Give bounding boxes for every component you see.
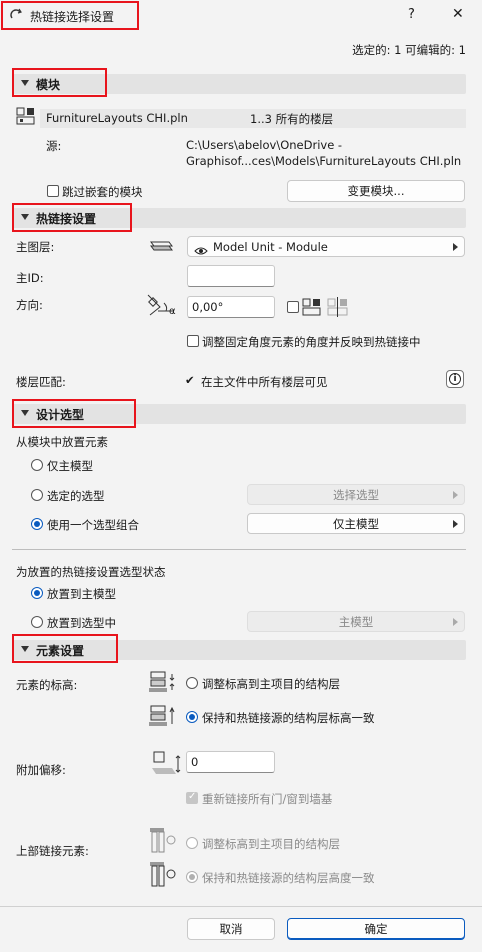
footer-divider xyxy=(0,906,482,907)
master-layer-label: 主图层: xyxy=(16,240,55,254)
collapse-arrow-icon xyxy=(21,646,29,652)
option-target-dropdown[interactable]: 主模型 xyxy=(247,611,465,632)
master-id-label: 主ID: xyxy=(16,271,44,285)
close-button[interactable]: ✕ xyxy=(452,6,464,22)
option-status-label: 为放置的热链接设置选型状态 xyxy=(16,565,166,579)
place-from-label: 从模块中放置元素 xyxy=(16,435,108,449)
info-icon[interactable]: i xyxy=(446,370,464,388)
radio-top-adjust-label: 调整标高到主项目的结构层 xyxy=(202,837,340,851)
cancel-button[interactable]: 取消 xyxy=(187,918,275,940)
top-link-adjust-icon xyxy=(148,826,178,854)
skip-nested-checkbox[interactable] xyxy=(47,185,59,197)
radio-option-combination[interactable] xyxy=(31,518,43,530)
app-icon xyxy=(10,8,22,20)
mirror-gray-icon xyxy=(327,297,349,317)
master-layer-dropdown[interactable]: Model Unit - Module xyxy=(187,236,465,257)
ok-button[interactable]: 确定 xyxy=(287,918,465,940)
relink-label: 重新链接所有门/窗到墙基 xyxy=(202,792,333,806)
section-design-option[interactable]: 设计选型 xyxy=(12,404,466,424)
section-element[interactable]: 元素设置 xyxy=(12,640,466,660)
elevation-adjust-icon xyxy=(148,670,178,694)
checkmark-icon: ✓ xyxy=(188,791,197,802)
radio-place-to-main-label: 放置到主模型 xyxy=(47,587,116,601)
collapse-arrow-icon xyxy=(21,80,29,86)
radio-dot xyxy=(189,874,195,880)
radio-selected-option-label: 选定的选型 xyxy=(47,489,105,503)
story-match-value: 在主文件中所有楼层可见 xyxy=(201,375,328,389)
radio-place-to-main[interactable] xyxy=(31,587,43,599)
layer-icon xyxy=(148,238,174,254)
help-button[interactable]: ? xyxy=(408,7,415,22)
select-option-button[interactable]: 选择选型 xyxy=(247,484,465,505)
combination-dropdown[interactable]: 仅主模型 xyxy=(247,513,465,534)
relink-checkbox[interactable]: ✓ xyxy=(186,791,198,804)
info-glyph: i xyxy=(449,373,461,385)
orientation-checkbox[interactable] xyxy=(287,301,299,313)
radio-top-keep-label: 保持和热链接源的结构层高度一致 xyxy=(202,871,375,885)
module-stories: 1..3 所有的楼层 xyxy=(250,112,334,126)
radio-top-keep[interactable] xyxy=(186,871,198,883)
check-mark-icon: ✔ xyxy=(185,373,195,387)
window-title: 热链接选择设置 xyxy=(30,10,115,24)
radio-top-adjust[interactable] xyxy=(186,837,198,849)
adjust-angle-label: 调整固定角度元素的角度并反映到热链接中 xyxy=(202,335,421,349)
orientation-label: 方向: xyxy=(16,298,43,312)
alpha-symbol: α xyxy=(169,306,176,317)
elevation-keep-icon xyxy=(148,704,178,728)
mirror-icon xyxy=(302,297,322,317)
source-path-line1: C:\Users\abelov\OneDrive - xyxy=(186,138,343,152)
orientation-input[interactable]: 0,00° xyxy=(187,296,275,318)
offset-label: 附加偏移: xyxy=(16,763,66,777)
collapse-arrow-icon xyxy=(21,214,29,220)
dropdown-arrow-icon xyxy=(453,520,458,528)
title-bar: 热链接选择设置 ? ✕ xyxy=(0,0,482,32)
radio-elev-keep[interactable] xyxy=(186,711,198,723)
element-elevation-label: 元素的标高: xyxy=(16,678,78,692)
change-module-button[interactable]: 变更模块... xyxy=(287,180,465,202)
radio-elev-adjust-label: 调整标高到主项目的结构层 xyxy=(202,677,340,691)
dropdown-arrow-icon xyxy=(453,491,458,499)
radio-selected-option[interactable] xyxy=(31,489,43,501)
divider xyxy=(12,549,466,550)
radio-main-model[interactable] xyxy=(31,459,43,471)
offset-icon xyxy=(150,750,182,776)
selection-summary: 选定的: 1 可编辑的: 1 xyxy=(352,43,466,57)
top-link-keep-icon xyxy=(148,860,178,888)
radio-elev-keep-label: 保持和热链接源的结构层标高一致 xyxy=(202,711,375,725)
dropdown-arrow-icon xyxy=(453,243,458,251)
source-label: 源: xyxy=(46,139,62,153)
story-match-label: 楼层匹配: xyxy=(16,375,66,389)
dropdown-arrow-icon xyxy=(453,618,458,626)
module-file-name: FurnitureLayouts CHI.pln xyxy=(46,111,188,125)
section-module[interactable]: 模块 xyxy=(12,74,466,94)
radio-option-combination-label: 使用一个选型组合 xyxy=(47,518,139,532)
skip-nested-label: 跳过嵌套的模块 xyxy=(62,185,143,199)
radio-main-model-label: 仅主模型 xyxy=(47,459,93,473)
offset-input[interactable]: 0 xyxy=(186,751,275,773)
top-link-label: 上部链接元素: xyxy=(16,844,89,858)
master-id-input[interactable] xyxy=(187,265,275,287)
collapse-arrow-icon xyxy=(21,410,29,416)
adjust-angle-checkbox[interactable] xyxy=(187,335,199,347)
eye-icon xyxy=(194,242,208,255)
radio-place-to-option-label: 放置到选型中 xyxy=(47,616,116,630)
radio-elev-adjust[interactable] xyxy=(186,677,198,689)
master-layer-value: Model Unit - Module xyxy=(213,240,328,254)
radio-place-to-option[interactable] xyxy=(31,616,43,628)
source-path-line2: Graphisof...ces\Models\FurnitureLayouts … xyxy=(186,154,462,168)
module-file-icon xyxy=(16,106,36,126)
section-hotlink[interactable]: 热链接设置 xyxy=(12,208,466,228)
